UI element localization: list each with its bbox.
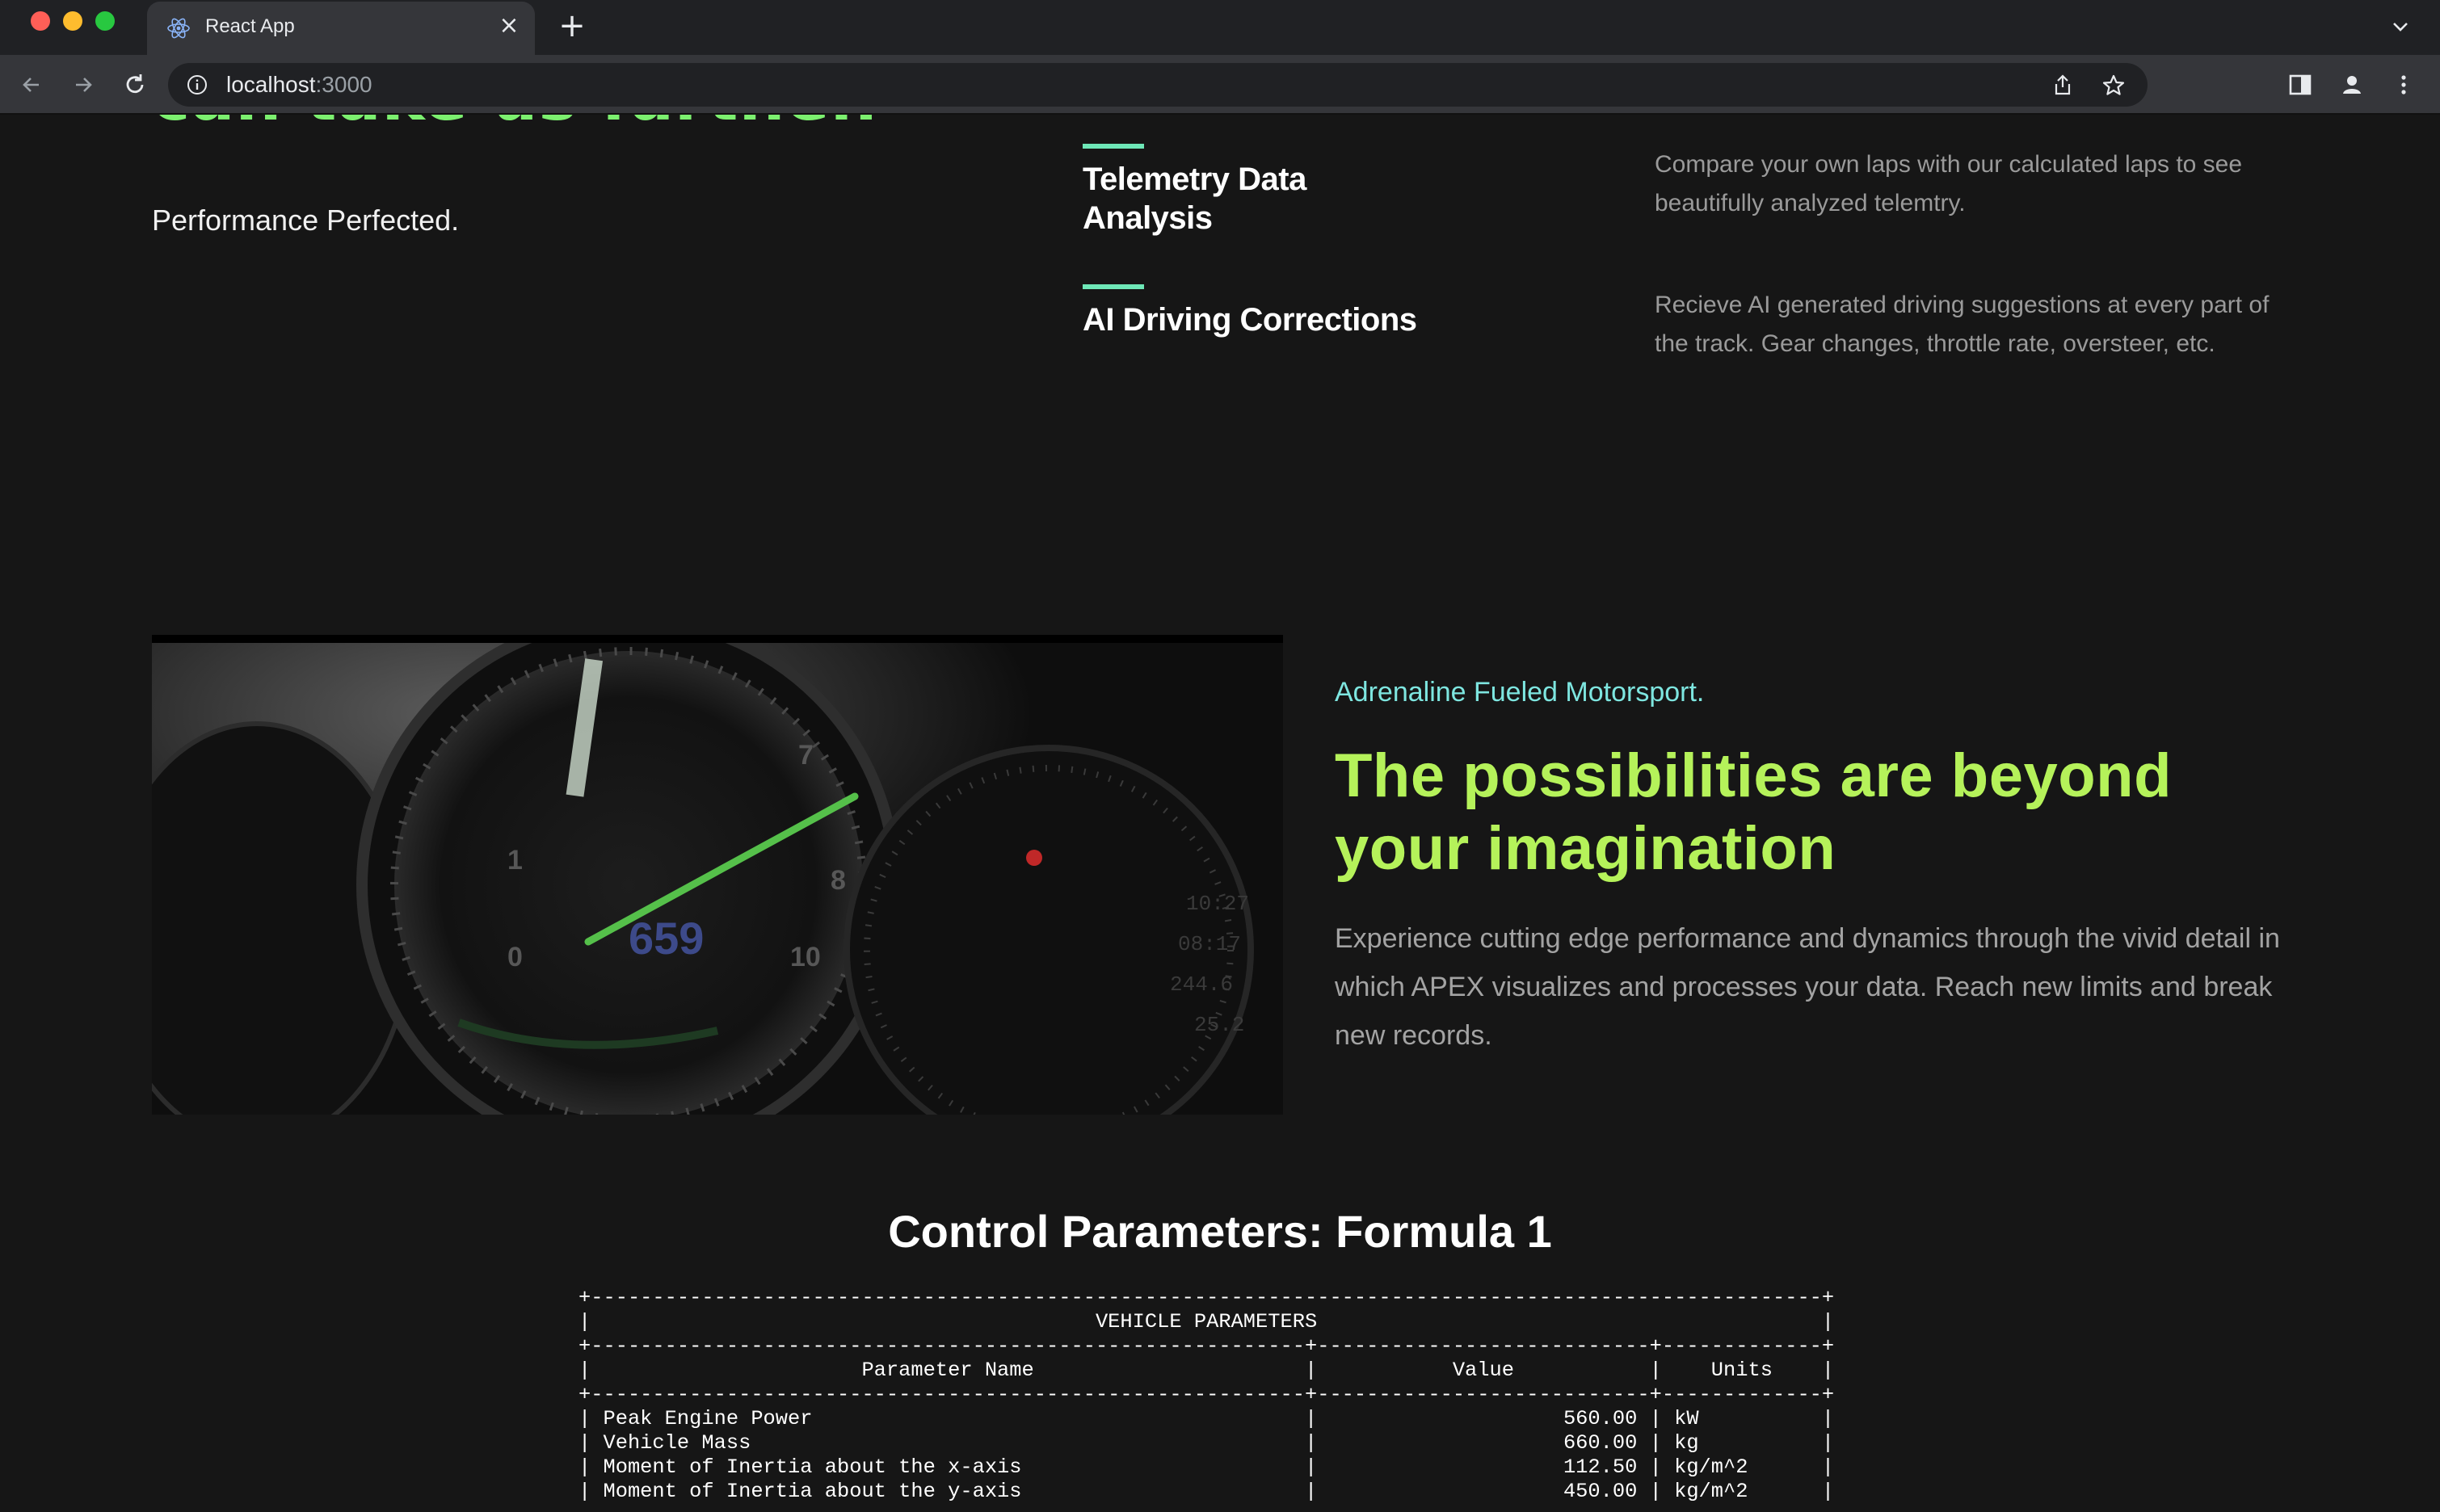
vehicle-parameters-table: +---------------------------------------… <box>578 1286 1834 1504</box>
svg-text:7: 7 <box>798 740 814 771</box>
svg-text:25.2: 25.2 <box>1194 1013 1244 1037</box>
svg-text:10:27: 10:27 <box>1186 892 1249 916</box>
tab-title: React App <box>205 15 295 37</box>
reload-icon[interactable] <box>120 69 150 100</box>
feature-description: Compare your own laps with our calculate… <box>1655 151 2243 216</box>
showcase-video[interactable]: 7 8 10 1 0 659 08:17 244.6 25.2 10:27 <box>152 635 1283 1115</box>
feature-description: Recieve AI generated driving suggestions… <box>1655 292 2270 357</box>
star-icon[interactable] <box>2101 73 2127 99</box>
close-icon[interactable]: × <box>498 14 520 38</box>
react-logo-icon <box>167 18 190 39</box>
arrow-right-icon[interactable] <box>68 69 99 100</box>
feature-ai-corrections: AI Driving Corrections <box>1083 284 1422 339</box>
browser-tab-strip: React App × + <box>0 0 2440 55</box>
control-parameters-title: Control Parameters: Formula 1 <box>888 1206 1552 1257</box>
svg-text:1: 1 <box>507 845 523 876</box>
showcase-kicker: Adrenaline Fueled Motorsport. <box>1335 677 1705 708</box>
window-maximize-button[interactable] <box>95 11 115 31</box>
table-border: +---------------------------------------… <box>578 1334 1835 1358</box>
side-panel-icon[interactable] <box>2286 71 2314 99</box>
svg-text:659: 659 <box>629 913 704 964</box>
showcase-headline: The possibilities are beyond your imagin… <box>1335 741 2173 883</box>
table-row: | Peak Engine Power | 560.00 | kW | <box>578 1407 1835 1430</box>
feature-title: Telemetry Data Analysis <box>1083 162 1306 236</box>
dashboard-gauge-image: 7 8 10 1 0 659 08:17 244.6 25.2 10:27 <box>152 643 1283 1115</box>
table-row: | Vehicle Mass | 660.00 | kg | <box>578 1431 1835 1455</box>
hero-subtitle: Performance Perfected. <box>152 204 460 237</box>
address-bar[interactable]: localhost:3000 <box>168 63 2148 107</box>
browser-tab-active[interactable]: React App × <box>147 2 535 55</box>
arrow-left-icon[interactable] <box>16 69 47 100</box>
window-minimize-button[interactable] <box>63 11 82 31</box>
feature-telemetry: Telemetry Data Analysis <box>1083 144 1422 237</box>
url-host: localhost <box>226 72 316 97</box>
share-icon[interactable] <box>2051 73 2075 97</box>
table-border: +---------------------------------------… <box>578 1286 1835 1309</box>
feature-accent-bar <box>1083 144 1144 149</box>
profile-icon[interactable] <box>2338 71 2366 99</box>
url-text: localhost:3000 <box>226 72 372 98</box>
url-port: :3000 <box>315 72 372 97</box>
plus-icon[interactable]: + <box>557 10 587 42</box>
feature-title: AI Driving Corrections <box>1083 302 1417 338</box>
table-title-row: | VEHICLE PARAMETERS | <box>578 1310 1835 1334</box>
svg-text:08:17: 08:17 <box>1178 932 1241 956</box>
svg-text:8: 8 <box>831 865 846 896</box>
svg-text:0: 0 <box>507 942 523 972</box>
svg-text:10: 10 <box>790 942 821 972</box>
chevron-down-icon[interactable] <box>2388 15 2413 39</box>
page-viewport[interactable]: can take us farther. Performance Perfect… <box>0 115 2440 1512</box>
feature-accent-bar <box>1083 284 1144 289</box>
window-close-button[interactable] <box>31 11 50 31</box>
showcase-body: Experience cutting edge performance and … <box>1335 923 2280 1051</box>
table-header-row: | Parameter Name | Value | Units | <box>578 1359 1835 1382</box>
table-border: +---------------------------------------… <box>578 1383 1835 1406</box>
table-row: | Moment of Inertia about the x-axis | 1… <box>578 1455 1835 1479</box>
table-row: | Moment of Inertia about the y-axis | 4… <box>578 1480 1835 1503</box>
svg-text:244.6: 244.6 <box>1170 972 1233 997</box>
browser-toolbar: localhost:3000 <box>0 55 2440 115</box>
kebab-menu-icon[interactable] <box>2390 71 2417 99</box>
info-icon[interactable] <box>186 74 208 96</box>
hero-heading-partial: can take us farther. <box>152 115 879 135</box>
